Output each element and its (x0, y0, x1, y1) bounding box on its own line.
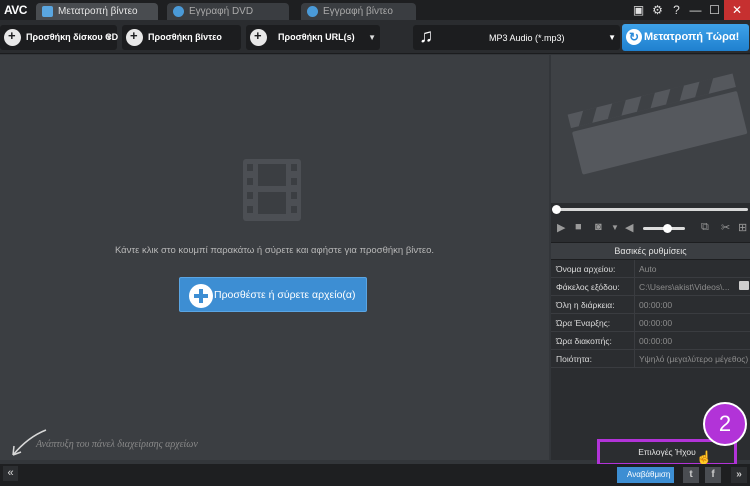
globe-icon (250, 28, 267, 46)
upgrade-button[interactable]: Αναβάθμιση (617, 467, 674, 483)
output-folder-field[interactable]: C:\Users\akist\Videos\... (635, 278, 750, 295)
play-icon[interactable]: ▶ (557, 221, 565, 234)
seek-track[interactable] (555, 208, 748, 211)
folder-icon[interactable] (739, 281, 749, 290)
file-drop-area[interactable]: Κάντε κλικ στο κουμπί παρακάτω ή σύρετε … (0, 55, 549, 460)
player-controls: ▶ ■ ◙ ▼ ◀ ⧉ ✂ ⊞ (551, 219, 750, 237)
tab-record-video[interactable]: Εγγραφή βίντεο (301, 3, 416, 20)
output-format-select[interactable]: ♫ MP3 Audio (*.mp3) ▼ (413, 25, 620, 50)
snapshot-icon[interactable]: ◙ (595, 221, 602, 233)
seek-bar[interactable] (551, 205, 750, 215)
store-icon[interactable]: ▣ (629, 0, 648, 20)
gear-icon[interactable]: ⚙ (648, 0, 667, 20)
add-cd-button[interactable]: Προσθήκη δίσκου CD ▼ (0, 25, 118, 50)
convert-icon: ↻ (626, 29, 642, 45)
basic-settings-panel: Βασικές ρυθμίσεις Όνομα αρχείου: Auto Φά… (551, 242, 750, 369)
music-note-icon: ♫ (419, 26, 434, 47)
maximize-button[interactable]: ☐ (705, 0, 724, 20)
settings-row: Όνομα αρχείου: Auto (551, 260, 750, 278)
collapse-right-panel-button[interactable]: » (731, 467, 747, 483)
video-preview (551, 55, 750, 203)
record-icon (307, 6, 318, 17)
window-controls: ▣ ⚙ ? — ☐ ✕ (629, 0, 750, 20)
close-button[interactable]: ✕ (724, 0, 750, 20)
add-url-button[interactable]: Προσθήκη URL(s) ▼ (246, 25, 380, 50)
tab-burn-dvd[interactable]: Εγγραφή DVD (167, 3, 289, 20)
app-logo: AVC (4, 3, 27, 17)
chevron-down-icon[interactable]: ▼ (611, 223, 619, 232)
duration-field: 00:00:00 (639, 300, 673, 310)
minimize-button[interactable]: — (686, 0, 705, 20)
convert-video-icon (42, 6, 53, 17)
chevron-down-icon[interactable]: ▼ (368, 33, 376, 42)
add-video-icon (126, 28, 143, 46)
volume-handle[interactable] (663, 224, 672, 233)
settings-title: Βασικές ρυθμίσεις (551, 243, 750, 260)
scissors-icon[interactable]: ✂ (721, 221, 730, 234)
chevron-down-icon[interactable]: ▼ (105, 33, 113, 42)
expand-panel-hint: Ανάπτυξη του πάνελ διαχείρισης αρχείων (36, 439, 198, 450)
app-window: AVC Μετατροπή βίντεο Εγγραφή DVD Εγγραφή… (0, 0, 750, 486)
bottom-bar: « Αναβάθμιση t f » (0, 464, 750, 486)
step-number-badge: 2 (703, 402, 747, 446)
add-files-button[interactable]: Προσθέστε ή σύρετε αρχείο(α) (179, 277, 367, 312)
facebook-icon[interactable]: f (705, 467, 721, 483)
volume-slider[interactable] (643, 224, 685, 233)
plus-icon (189, 284, 213, 308)
twitter-icon[interactable]: t (683, 467, 699, 483)
seek-handle[interactable] (552, 205, 561, 214)
tab-convert-video[interactable]: Μετατροπή βίντεο (36, 3, 158, 20)
settings-row: Φάκελος εξόδου: C:\Users\akist\Videos\..… (551, 278, 750, 296)
chevron-down-icon: ▼ (608, 33, 616, 42)
settings-row: Ποιότητα: Υψηλό (μεγαλύτερο μέγεθος) (551, 350, 750, 368)
settings-row: Ώρα Έναρξης: 00:00:00 (551, 314, 750, 332)
clapperboard-icon (567, 73, 748, 175)
stop-icon[interactable]: ■ (575, 221, 582, 233)
add-video-button[interactable]: Προσθήκη βίντεο (122, 25, 241, 50)
disc-icon (4, 28, 21, 46)
quality-select[interactable]: Υψηλό (μεγαλύτερο μέγεθος) (635, 350, 750, 367)
title-bar: AVC Μετατροπή βίντεο Εγγραφή DVD Εγγραφή… (0, 0, 750, 20)
expand-file-panel-button[interactable]: « (3, 466, 18, 481)
dvd-icon (173, 6, 184, 17)
stop-time-field[interactable]: 00:00:00 (635, 332, 750, 349)
help-button[interactable]: ? (667, 0, 686, 20)
volume-icon[interactable]: ◀ (625, 221, 633, 234)
settings-row: Ώρα διακοπής: 00:00:00 (551, 332, 750, 350)
right-panel: ▶ ■ ◙ ▼ ◀ ⧉ ✂ ⊞ Βασικές ρυθμίσεις Όνομα … (551, 55, 750, 460)
convert-now-button[interactable]: ↻ Μετατροπή Τώρα! (622, 24, 749, 51)
drop-hint-text: Κάντε κλικ στο κουμπί παρακάτω ή σύρετε … (114, 245, 435, 256)
crop-icon[interactable]: ⊞ (738, 221, 747, 234)
file-name-field[interactable]: Auto (635, 260, 750, 277)
copy-icon[interactable]: ⧉ (701, 221, 709, 234)
start-time-field[interactable]: 00:00:00 (635, 314, 750, 331)
film-icon (243, 159, 301, 221)
settings-row: Όλη η διάρκεια: 00:00:00 (551, 296, 750, 314)
